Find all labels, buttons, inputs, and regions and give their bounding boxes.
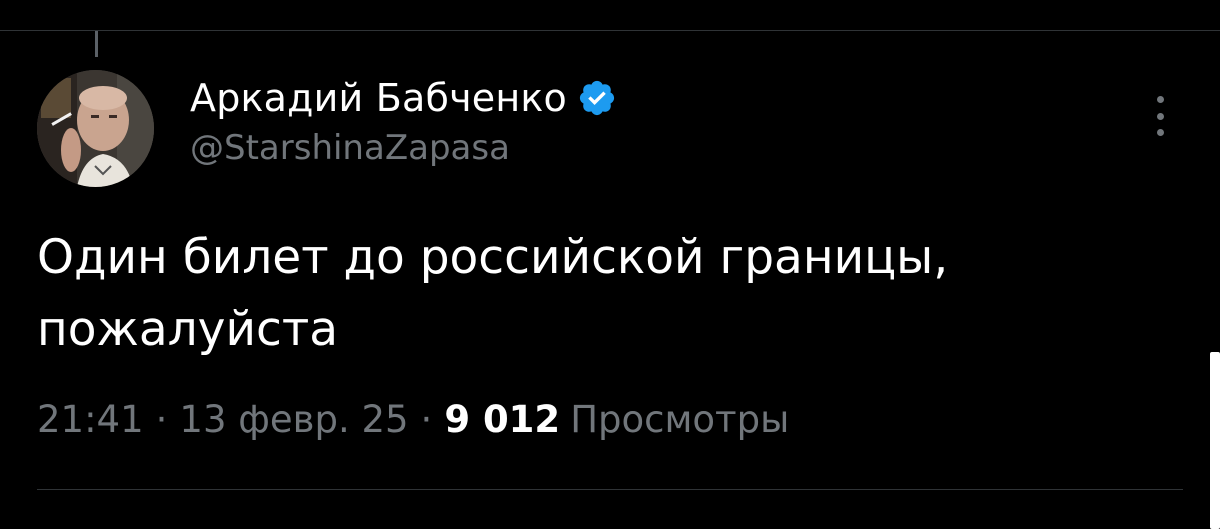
more-dot [1156, 96, 1164, 103]
meta-separator: · [155, 398, 168, 441]
tweet-time[interactable]: 21:41 [37, 398, 144, 441]
author-block: Аркадий Бабченко @StarshinaZapasa [190, 72, 617, 168]
tweet-date[interactable]: 13 февр. 25 [179, 398, 408, 441]
more-dot [1156, 129, 1164, 136]
views-count[interactable]: 9 012 [444, 398, 560, 441]
thread-connector-line [95, 31, 98, 57]
verified-badge-icon[interactable] [577, 78, 617, 118]
views-label[interactable]: Просмотры [570, 398, 789, 441]
meta-separator: · [420, 398, 433, 441]
top-divider [0, 30, 1220, 31]
author-handle[interactable]: @StarshinaZapasa [190, 128, 617, 168]
author-display-name[interactable]: Аркадий Бабченко [190, 76, 567, 120]
more-dot [1156, 112, 1164, 120]
name-row: Аркадий Бабченко [190, 72, 617, 124]
bottom-divider [37, 489, 1183, 490]
avatar[interactable] [37, 70, 154, 187]
tweet-text: Один билет до российской границы, пожалу… [37, 230, 949, 357]
tweet-meta: 21:41 · 13 февр. 25 · 9 012 Просмотры [37, 398, 789, 441]
scrollbar[interactable] [1210, 352, 1220, 529]
more-vertical-icon[interactable] [1148, 96, 1172, 136]
avatar-photo [37, 70, 154, 187]
